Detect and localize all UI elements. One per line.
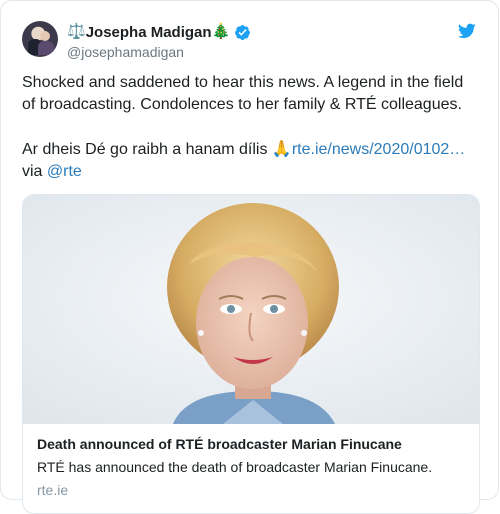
praying-hands-emoji: 🙏 <box>271 141 292 158</box>
embedded-tweet: ⚖️ Josepha Madigan 🎄 @josephamadigan Sho… <box>0 0 499 514</box>
twitter-bird-icon[interactable] <box>458 23 476 39</box>
card-domain: rte.ie <box>37 482 69 498</box>
portrait-illustration <box>23 195 479 424</box>
author-name-row[interactable]: ⚖️ Josepha Madigan 🎄 <box>67 22 251 42</box>
card-title[interactable]: Death announced of RTÉ broadcaster Maria… <box>37 436 402 452</box>
link-preview-card[interactable]: Death announced of RTÉ broadcaster Maria… <box>22 194 480 514</box>
tweet-text-line: Ar dheis Dé go raibh a hanam dílis 🙏rte.… <box>22 139 482 161</box>
tweet-text: Shocked and saddened to hear this news. … <box>22 72 482 183</box>
author-display-name[interactable]: Josepha Madigan <box>86 24 212 41</box>
scales-emoji: ⚖️ <box>67 23 86 40</box>
christmas-tree-emoji: 🎄 <box>211 23 231 40</box>
via-text: via <box>22 163 47 180</box>
article-link[interactable]: rte.ie/news/2020/0102… <box>292 141 465 158</box>
rte-mention-link[interactable]: @rte <box>47 163 82 180</box>
irish-text: Ar dheis Dé go raibh a hanam dílis <box>22 141 272 158</box>
tweet-text-line: via @rte <box>22 161 482 183</box>
card-description: RTÉ has announced the death of broadcast… <box>37 459 433 475</box>
verified-badge-icon <box>235 24 251 40</box>
tweet-text-line: of broadcasting. Condolences to her fami… <box>22 96 462 113</box>
author-handle[interactable]: @josephamadigan <box>67 44 184 60</box>
tweet-text-line: Shocked and saddened to hear this news. … <box>22 74 464 91</box>
portrait-photo[interactable] <box>23 195 479 424</box>
author-avatar[interactable] <box>22 21 58 57</box>
